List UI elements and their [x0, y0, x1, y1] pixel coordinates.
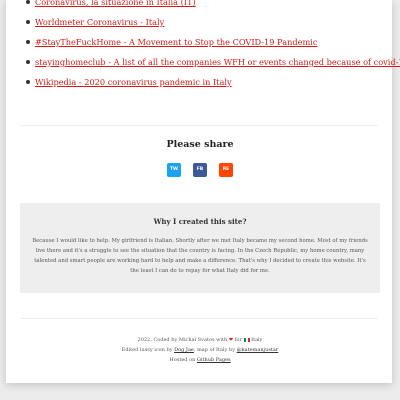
footer-for-text: for [234, 337, 242, 343]
footer-edited-text: Edited lussy icon by [121, 347, 173, 353]
footer-italy-text: Italy [251, 337, 263, 343]
share-reddit-button[interactable]: RE [219, 163, 233, 177]
link-stayinghomeclub[interactable]: stayinghomeclub - A list of all the comp… [35, 52, 400, 72]
heart-icon: ❤ [228, 337, 234, 343]
bullet-icon [26, 40, 30, 44]
link-wikipedia[interactable]: Wikipedia - 2020 coronavirus pandemic in… [35, 72, 232, 92]
link-coronavirus-italia[interactable]: Coronavirus, la situazione in Italia (IT… [35, 0, 196, 12]
bullet-icon [26, 0, 30, 4]
bullet-icon [26, 20, 30, 24]
footer-hosting: Hosted on Github Pages [0, 355, 400, 365]
italy-flag-icon [243, 337, 250, 342]
why-section: Why I created this site? Because I would… [20, 203, 380, 293]
share-twitter-button[interactable]: TW [167, 163, 181, 177]
list-item: Coronavirus, la situazione in Italia (IT… [26, 0, 376, 12]
link-staythefuckhome[interactable]: #StayTheFuckHome - A Movement to Stop th… [35, 32, 317, 52]
share-buttons: TW FB RE [167, 163, 233, 177]
footer-github-pages-link[interactable]: Github Pages [197, 357, 231, 363]
footer-map-text: , map of Italy by [193, 347, 236, 353]
bullet-icon [26, 60, 30, 64]
list-item: stayinghomeclub - A list of all the comp… [26, 52, 400, 72]
why-title: Why I created this site? [153, 217, 247, 226]
footer-hosted-text: Hosted on [169, 357, 196, 363]
footer-credit-text: 2022, Coded by Michal Svatos with [137, 337, 228, 343]
share-title: Please share [166, 139, 234, 150]
list-item: #StayTheFuckHome - A Movement to Stop th… [26, 32, 376, 52]
divider [20, 125, 378, 126]
footer-katemanjustar-link[interactable]: @katemanjustar [237, 347, 279, 353]
share-facebook-button[interactable]: FB [193, 163, 207, 177]
footer-icon-credits: Edited lussy icon by Dog Jae, map of Ita… [0, 345, 400, 355]
list-item: Wikipedia - 2020 coronavirus pandemic in… [26, 72, 376, 92]
footer-dog-jae-link[interactable]: Dog Jae [174, 347, 194, 353]
why-text: Because I would like to help. My girlfri… [32, 238, 368, 274]
footer-credits: 2022, Coded by Michal Svatos with ❤ for … [0, 335, 400, 345]
list-item: Worldmeter Coronavirus - Italy [26, 12, 376, 32]
resource-links-list: Coronavirus, la situazione in Italia (IT… [26, 0, 400, 92]
link-worldmeter[interactable]: Worldmeter Coronavirus - Italy [35, 12, 164, 32]
bullet-icon [26, 80, 30, 84]
footer: 2022, Coded by Michal Svatos with ❤ for … [0, 335, 400, 365]
divider [20, 318, 378, 319]
